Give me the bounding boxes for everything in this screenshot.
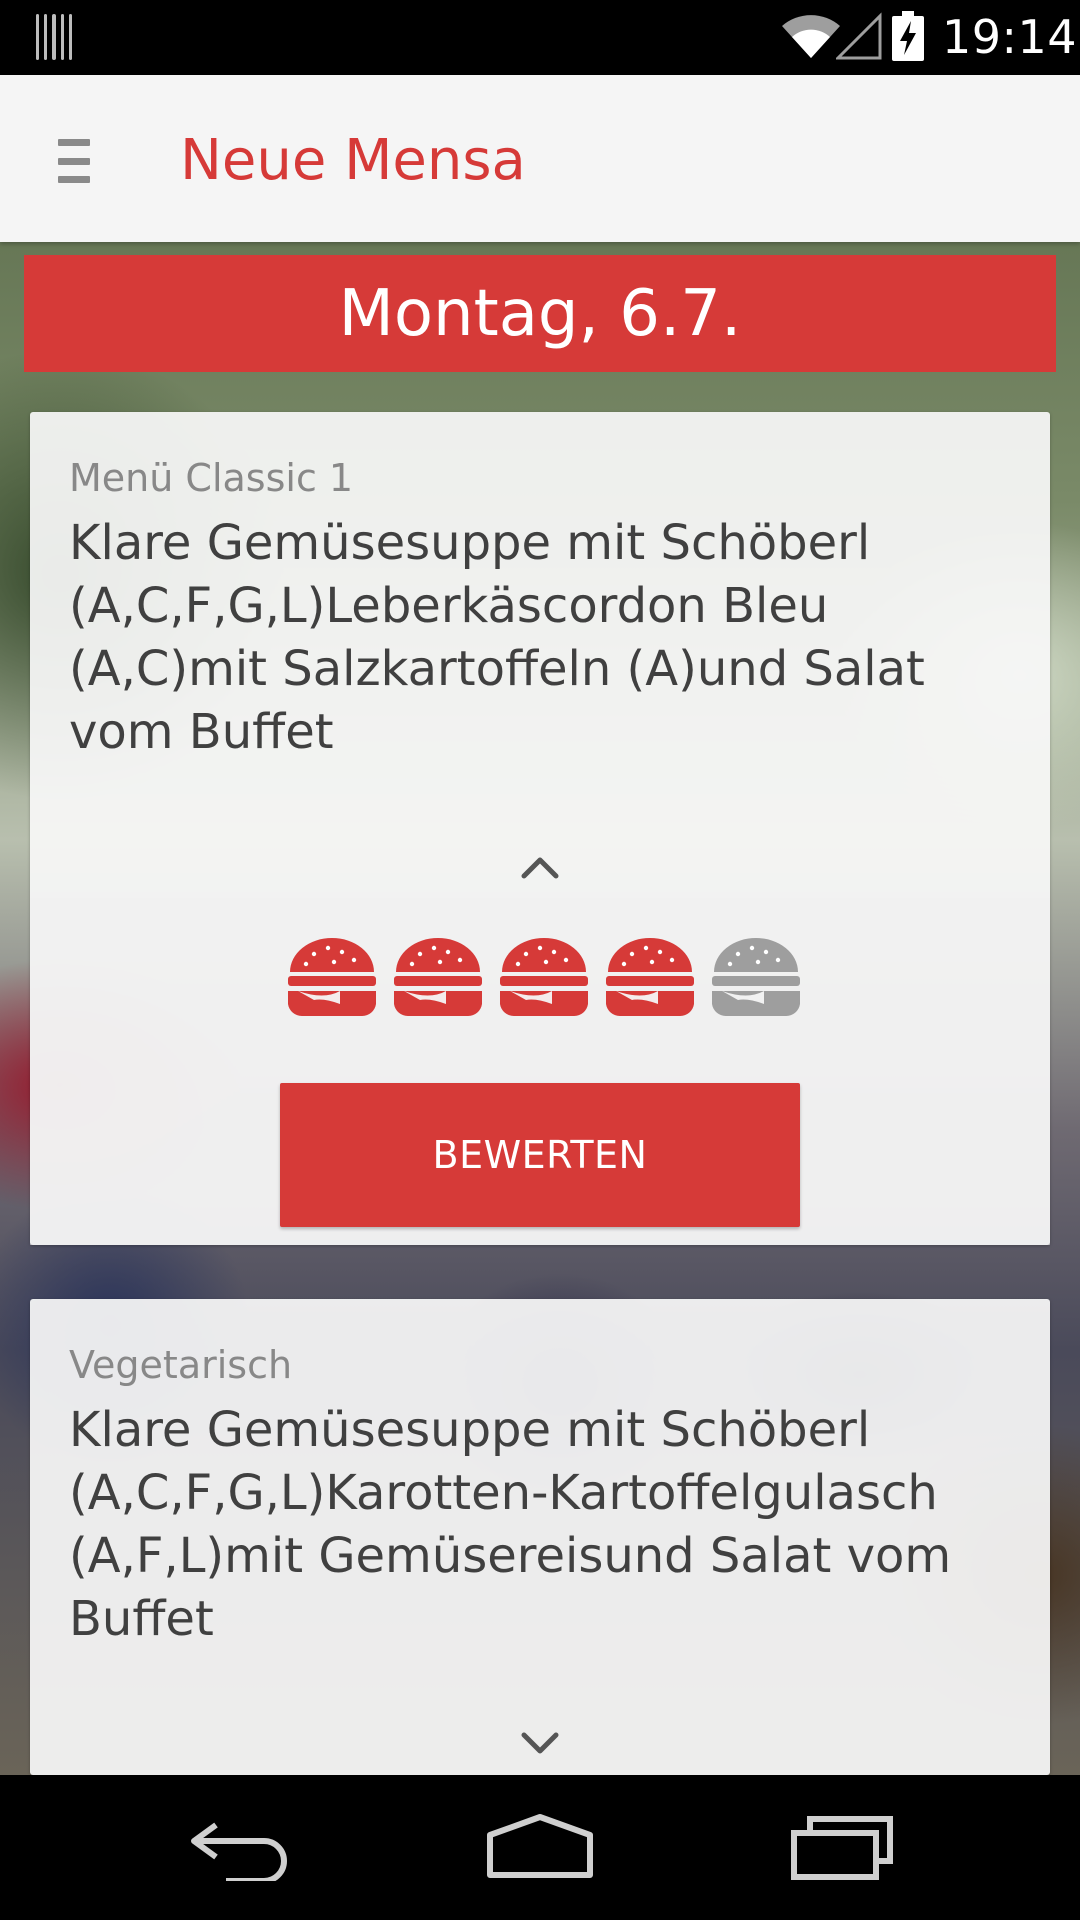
rate-button[interactable]: BEWERTEN — [280, 1083, 800, 1227]
menu-description-line: vom Buffet — [69, 704, 334, 760]
menu-category: Vegetarisch — [69, 1343, 293, 1387]
rating-panel: BEWERTEN — [30, 898, 1050, 1245]
screen: 19:14 Neue Mensa Montag, 6.7. Menü Class… — [0, 0, 1080, 1920]
menu-card[interactable]: Menü Classic 1 Klare Gemüsesuppe mit Sch… — [30, 412, 1050, 1245]
burger-icon[interactable] — [390, 936, 486, 1018]
menu-card[interactable]: Vegetarisch Klare Gemüsesuppe mit Schöbe… — [30, 1299, 1050, 1775]
burger-icon[interactable] — [708, 936, 804, 1018]
battery-charging-icon — [892, 11, 924, 61]
chevron-up-icon[interactable] — [516, 852, 564, 882]
menu-description-line: (A,C)mit Salzkartoffeln (A)und Salat — [69, 641, 925, 697]
menu-description-line: Buffet — [69, 1591, 214, 1647]
rating-burgers[interactable] — [284, 936, 804, 1018]
menu-category: Menü Classic 1 — [69, 456, 354, 500]
menu-description-line: (A,F,L)mit Gemüsereisund Salat vom — [69, 1528, 952, 1584]
home-icon[interactable] — [486, 1811, 594, 1881]
burger-icon[interactable] — [284, 936, 380, 1018]
back-icon[interactable] — [186, 1811, 290, 1881]
burger-icon[interactable] — [496, 936, 592, 1018]
wifi-icon — [782, 15, 840, 58]
menu-icon[interactable] — [58, 139, 90, 183]
signal-icon — [836, 12, 882, 60]
navigation-bar — [0, 1775, 1080, 1920]
chevron-down-icon[interactable] — [516, 1729, 564, 1759]
status-bar: 19:14 — [0, 0, 1080, 75]
app-bar — [0, 75, 1080, 242]
burger-icon[interactable] — [602, 936, 698, 1018]
recent-apps-icon[interactable] — [790, 1811, 894, 1881]
menu-description-line: Klare Gemüsesuppe mit Schöberl — [69, 515, 871, 571]
menu-description-line: Klare Gemüsesuppe mit Schöberl — [69, 1402, 871, 1458]
menu-description: Klare Gemüsesuppe mit Schöberl (A,C,F,G,… — [69, 512, 1019, 764]
day-header: Montag, 6.7. — [24, 255, 1056, 372]
app-title: Neue Mensa — [180, 128, 526, 193]
notification-icon — [36, 14, 73, 60]
menu-description-line: (A,C,F,G,L)Leberkäscordon Bleu — [69, 578, 829, 634]
menu-description-line: (A,C,F,G,L)Karotten-Kartoffelgulasch — [69, 1465, 938, 1521]
clock: 19:14 — [942, 10, 1078, 64]
menu-description: Klare Gemüsesuppe mit Schöberl (A,C,F,G,… — [69, 1399, 1019, 1651]
